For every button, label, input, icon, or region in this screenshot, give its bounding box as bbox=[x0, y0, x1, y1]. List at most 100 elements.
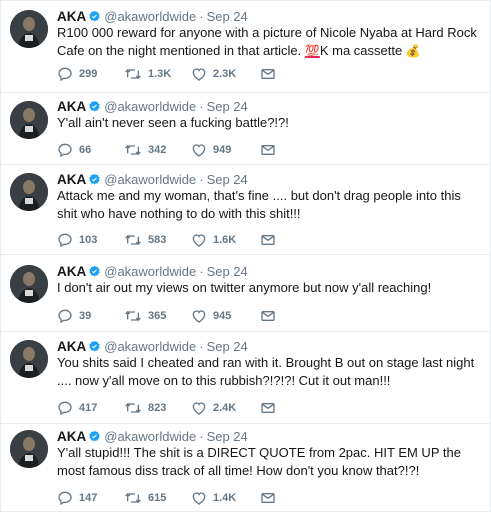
author-handle[interactable]: @akaworldwide bbox=[104, 264, 196, 279]
author-name[interactable]: AKA bbox=[57, 99, 86, 114]
tweet-date[interactable]: Sep 24 bbox=[207, 9, 248, 24]
reply-button[interactable]: 103 bbox=[57, 231, 97, 249]
retweet-icon bbox=[125, 403, 141, 413]
retweet-count: 615 bbox=[148, 492, 167, 504]
reply-icon bbox=[58, 143, 72, 158]
direct-message-button[interactable] bbox=[260, 141, 282, 159]
direct-message-icon bbox=[261, 493, 275, 503]
retweet-button[interactable]: 583 bbox=[124, 231, 166, 249]
author-name[interactable]: AKA bbox=[57, 264, 86, 279]
tweet-text: You shits said I cheated and ran with it… bbox=[57, 355, 475, 388]
like-button[interactable]: 1.6K bbox=[191, 231, 236, 249]
reply-icon bbox=[58, 309, 72, 324]
author-name[interactable]: AKA bbox=[57, 9, 86, 24]
tweet-actions: 103 583 1.6K bbox=[57, 231, 477, 249]
tweet[interactable]: AKA @akaworldwide · Sep 24 Y'all stupid!!! … bbox=[1, 424, 490, 511]
reply-button[interactable]: 39 bbox=[57, 307, 91, 325]
like-count: 945 bbox=[213, 310, 232, 322]
hundred-points-emoji: 💯 bbox=[304, 44, 320, 58]
like-icon bbox=[192, 68, 206, 81]
reply-count: 299 bbox=[79, 68, 98, 80]
reply-count: 147 bbox=[79, 492, 98, 504]
retweet-icon bbox=[125, 69, 141, 79]
direct-message-icon bbox=[261, 403, 275, 413]
like-count: 949 bbox=[213, 144, 232, 156]
author-handle[interactable]: @akaworldwide bbox=[104, 99, 196, 114]
tweet[interactable]: AKA @akaworldwide · Sep 24 You shits said I… bbox=[1, 332, 490, 424]
author-name[interactable]: AKA bbox=[57, 339, 86, 354]
tweet[interactable]: AKA @akaworldwide · Sep 24 I don't air out … bbox=[1, 255, 490, 332]
like-icon bbox=[192, 234, 206, 247]
direct-message-button[interactable] bbox=[260, 399, 282, 417]
tweet-text: Y'all ain't never seen a fucking battle?… bbox=[57, 115, 289, 130]
avatar-image bbox=[10, 265, 48, 303]
avatar-image bbox=[10, 101, 48, 139]
like-count: 2.3K bbox=[213, 68, 237, 80]
like-icon bbox=[192, 492, 206, 505]
like-button[interactable]: 2.4K bbox=[191, 399, 236, 417]
reply-icon bbox=[58, 491, 72, 506]
tweet-actions: 39 365 945 bbox=[57, 307, 477, 325]
author-handle[interactable]: @akaworldwide bbox=[104, 339, 196, 354]
retweet-button[interactable]: 615 bbox=[124, 489, 166, 507]
tweet-text: Y'all stupid!!! The shit is a DIRECT QUO… bbox=[57, 445, 461, 478]
avatar[interactable] bbox=[10, 430, 48, 468]
tweet[interactable]: AKA @akaworldwide · Sep 24 Y'all ain't neve… bbox=[1, 93, 490, 165]
reply-button[interactable]: 147 bbox=[57, 489, 97, 507]
retweet-button[interactable]: 823 bbox=[124, 399, 166, 417]
avatar[interactable] bbox=[10, 101, 48, 139]
retweet-count: 365 bbox=[148, 310, 167, 322]
tweet[interactable]: AKA @akaworldwide · Sep 24 Attack me and my… bbox=[1, 165, 490, 255]
direct-message-button[interactable] bbox=[260, 489, 282, 507]
avatar[interactable] bbox=[10, 340, 48, 378]
like-button[interactable]: 1.4K bbox=[191, 489, 236, 507]
direct-message-button[interactable] bbox=[260, 307, 282, 325]
reply-button[interactable]: 417 bbox=[57, 399, 97, 417]
reply-icon bbox=[58, 401, 72, 416]
avatar[interactable] bbox=[10, 173, 48, 211]
retweet-button[interactable]: 1.3K bbox=[124, 65, 171, 83]
like-button[interactable]: 2.3K bbox=[191, 65, 236, 83]
like-count: 1.6K bbox=[213, 234, 237, 246]
tweet-date[interactable]: Sep 24 bbox=[207, 99, 248, 114]
like-button[interactable]: 945 bbox=[191, 307, 231, 325]
avatar-image bbox=[10, 340, 48, 378]
money-bag-emoji: 💰 bbox=[405, 44, 421, 58]
tweet-actions: 147 615 1.4K bbox=[57, 489, 477, 507]
direct-message-icon bbox=[261, 235, 275, 245]
tweet-actions: 299 1.3K 2.3K bbox=[57, 65, 477, 83]
tweet-feed: AKA @akaworldwide · Sep 24 R100 000 reward … bbox=[0, 0, 491, 512]
tweet-date[interactable]: Sep 24 bbox=[207, 172, 248, 187]
author-name[interactable]: AKA bbox=[57, 429, 86, 444]
reply-count: 417 bbox=[79, 402, 98, 414]
author-handle[interactable]: @akaworldwide bbox=[104, 429, 196, 444]
reply-button[interactable]: 66 bbox=[57, 141, 91, 159]
tweet-text-suffix: K ma cassette bbox=[319, 43, 403, 58]
tweet-date[interactable]: Sep 24 bbox=[207, 339, 248, 354]
retweet-button[interactable]: 365 bbox=[124, 307, 166, 325]
like-button[interactable]: 949 bbox=[191, 141, 231, 159]
author-name[interactable]: AKA bbox=[57, 172, 86, 187]
retweet-button[interactable]: 342 bbox=[124, 141, 166, 159]
retweet-count: 1.3K bbox=[148, 68, 172, 80]
author-handle[interactable]: @akaworldwide bbox=[104, 9, 196, 24]
tweet[interactable]: AKA @akaworldwide · Sep 24 R100 000 reward … bbox=[1, 1, 490, 93]
author-handle[interactable]: @akaworldwide bbox=[104, 172, 196, 187]
tweet-date[interactable]: Sep 24 bbox=[207, 264, 248, 279]
reply-icon bbox=[58, 233, 72, 248]
direct-message-icon bbox=[261, 69, 275, 79]
tweet-date[interactable]: Sep 24 bbox=[207, 429, 248, 444]
like-icon bbox=[192, 310, 206, 323]
avatar[interactable] bbox=[10, 10, 48, 48]
like-icon bbox=[192, 402, 206, 415]
direct-message-icon bbox=[261, 145, 275, 155]
direct-message-button[interactable] bbox=[260, 231, 282, 249]
reply-button[interactable]: 299 bbox=[57, 65, 97, 83]
direct-message-button[interactable] bbox=[260, 65, 282, 83]
tweet-text: I don't air out my views on twitter anym… bbox=[57, 280, 432, 295]
avatar[interactable] bbox=[10, 265, 48, 303]
separator: · bbox=[199, 99, 204, 114]
separator: · bbox=[199, 339, 204, 354]
retweet-icon bbox=[125, 145, 141, 155]
separator: · bbox=[199, 9, 204, 24]
